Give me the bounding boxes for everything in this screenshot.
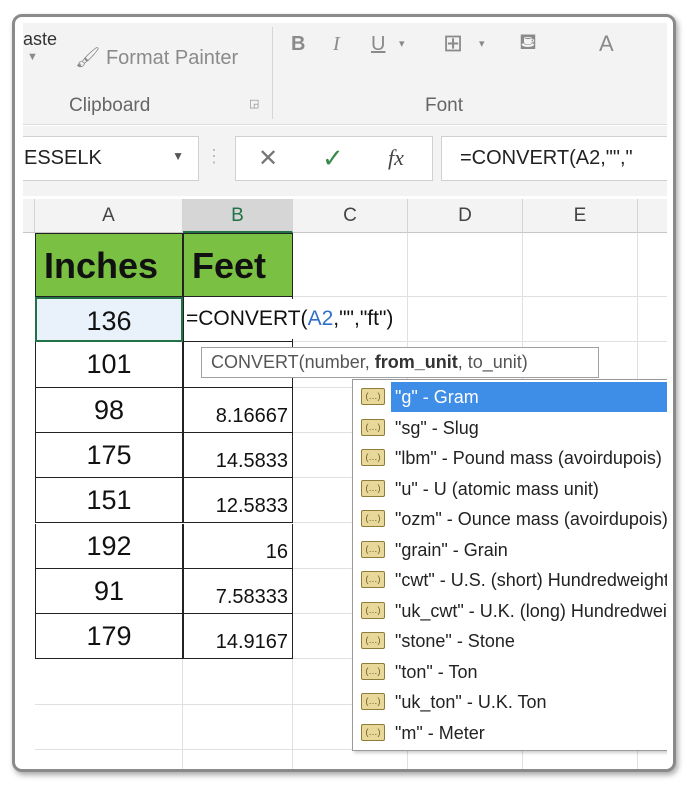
- autocomplete-item[interactable]: (…) "ton" - Ton: [353, 657, 667, 687]
- paintbrush-icon: 🖌: [75, 47, 101, 69]
- autocomplete-item[interactable]: (…) "stone" - Stone: [353, 626, 667, 656]
- cell[interactable]: [638, 233, 667, 297]
- cell[interactable]: [638, 750, 667, 769]
- cell-feet[interactable]: 12.5833: [183, 478, 293, 524]
- unit-constant-icon: (…): [361, 662, 385, 680]
- cell[interactable]: [35, 750, 183, 769]
- chevron-down-icon[interactable]: ▾: [399, 37, 405, 50]
- cell-inches[interactable]: 91: [35, 568, 183, 615]
- column-header-e[interactable]: E: [523, 199, 638, 233]
- cell-inches[interactable]: 175: [35, 432, 183, 479]
- dialog-launcher-icon[interactable]: ◲: [249, 97, 259, 110]
- formula-bar: ESSELK ▼ ⋮ ✕ ✓ fx =CONVERT(A2,"",": [23, 126, 667, 196]
- unit-constant-icon: (…): [361, 601, 385, 619]
- select-all-corner[interactable]: [23, 199, 35, 233]
- fill-color-icon[interactable]: ⛾: [519, 29, 537, 58]
- font-group-label: Font: [425, 95, 464, 116]
- cell-inches[interactable]: 151: [35, 478, 183, 524]
- autocomplete-item[interactable]: (…) "g" - Gram: [353, 382, 667, 412]
- cell-feet[interactable]: 16: [183, 523, 293, 569]
- unit-constant-icon: (…): [361, 510, 385, 527]
- unit-constant-icon: (…): [361, 479, 385, 497]
- format-painter-button[interactable]: 🖌 Format Painter: [75, 45, 238, 70]
- cell[interactable]: [35, 704, 183, 750]
- cell[interactable]: [183, 750, 293, 769]
- paste-dropdown-icon[interactable]: ▼: [27, 51, 38, 63]
- cell[interactable]: [408, 297, 523, 343]
- cell[interactable]: [35, 659, 183, 705]
- unit-constant-icon: (…): [361, 723, 385, 741]
- column-header-c[interactable]: C: [293, 199, 408, 233]
- autocomplete-item[interactable]: (…) "uk_cwt" - U.K. (long) Hundredweight: [353, 596, 667, 626]
- cell-b1[interactable]: Feet: [183, 233, 293, 297]
- cell-inches[interactable]: 101: [35, 342, 183, 388]
- cell[interactable]: [523, 233, 638, 297]
- chevron-down-icon[interactable]: ▾: [479, 37, 485, 50]
- cell-feet[interactable]: 8.16667: [183, 387, 293, 433]
- italic-button[interactable]: I: [333, 33, 340, 56]
- cell[interactable]: [293, 233, 408, 297]
- clipboard-group-label: Clipboard: [69, 95, 151, 116]
- function-tooltip: CONVERT(number, from_unit, to_unit): [201, 347, 599, 378]
- cell-inches[interactable]: 192: [35, 523, 183, 569]
- grip-icon: ⋮: [205, 146, 223, 166]
- borders-icon[interactable]: ⊞: [443, 29, 463, 58]
- check-icon[interactable]: ✓: [322, 143, 344, 174]
- autocomplete-item[interactable]: (…) "u" - U (atomic mass unit): [353, 474, 667, 504]
- unit-constant-icon: (…): [361, 632, 385, 649]
- autocomplete-item[interactable]: (…) "lbm" - Pound mass (avoirdupois): [353, 443, 667, 473]
- cell-feet[interactable]: 14.5833: [183, 432, 293, 479]
- font-color-button[interactable]: A: [599, 31, 614, 57]
- cell[interactable]: [638, 297, 667, 343]
- autocomplete-item[interactable]: (…) "sg" - Slug: [353, 413, 667, 443]
- insert-function-icon[interactable]: fx: [388, 145, 404, 171]
- unit-constant-icon: (…): [361, 693, 385, 710]
- autocomplete-item[interactable]: (…) "uk_ton" - U.K. Ton: [353, 687, 667, 717]
- column-header-a[interactable]: A: [35, 199, 183, 233]
- cell-a1[interactable]: Inches: [35, 233, 183, 297]
- unit-constant-icon: (…): [361, 449, 385, 466]
- cell[interactable]: [408, 750, 523, 769]
- underline-button[interactable]: U: [371, 33, 385, 56]
- autocomplete-item[interactable]: (…) "ozm" - Ounce mass (avoirdupois): [353, 504, 667, 534]
- column-header-d[interactable]: D: [408, 199, 523, 233]
- cell-feet[interactable]: 14.9167: [183, 614, 293, 660]
- unit-constant-icon: (…): [361, 540, 385, 558]
- cell[interactable]: [183, 704, 293, 750]
- cell[interactable]: [293, 750, 408, 769]
- column-header-b[interactable]: B: [183, 199, 293, 233]
- formula-input[interactable]: =CONVERT(A2,"",": [441, 136, 667, 181]
- unit-constant-icon: (…): [361, 388, 385, 405]
- formula-buttons: ✕ ✓ fx: [235, 136, 433, 181]
- autocomplete-item[interactable]: (…) "m" - Meter: [353, 718, 667, 748]
- cell[interactable]: [523, 297, 638, 343]
- autocomplete-item[interactable]: (…) "cwt" - U.S. (short) Hundredweight: [353, 565, 667, 595]
- cell-edit-b2[interactable]: =CONVERT(A2,"","ft"): [186, 299, 398, 339]
- divider: [272, 27, 273, 119]
- excel-window: aste ▼ 🖌 Format Painter Clipboard ◲ B I …: [23, 23, 667, 769]
- bold-button[interactable]: B: [291, 33, 305, 56]
- cell-inches[interactable]: 179: [35, 614, 183, 660]
- unit-constant-icon: (…): [361, 571, 385, 588]
- cell-inches[interactable]: 98: [35, 387, 183, 433]
- cancel-icon[interactable]: ✕: [258, 144, 278, 173]
- autocomplete-dropdown: (…) "g" - Gram (…) "sg" - Slug (…) "lbm" - Po…: [352, 379, 667, 751]
- screenshot-frame: aste ▼ 🖌 Format Painter Clipboard ◲ B I …: [12, 14, 676, 772]
- paste-button[interactable]: aste: [23, 29, 57, 50]
- column-header-f[interactable]: [638, 199, 667, 233]
- cell-feet[interactable]: 7.58333: [183, 568, 293, 615]
- autocomplete-item[interactable]: (…) "grain" - Grain: [353, 535, 667, 565]
- unit-constant-icon: (…): [361, 418, 385, 436]
- cell[interactable]: [408, 233, 523, 297]
- name-box[interactable]: ESSELK ▼: [23, 136, 199, 181]
- cell-inches[interactable]: 136: [35, 297, 183, 343]
- cell[interactable]: [523, 750, 638, 769]
- cell[interactable]: [183, 659, 293, 705]
- chevron-down-icon[interactable]: ▼: [172, 149, 184, 163]
- ribbon: aste ▼ 🖌 Format Painter Clipboard ◲ B I …: [23, 23, 667, 125]
